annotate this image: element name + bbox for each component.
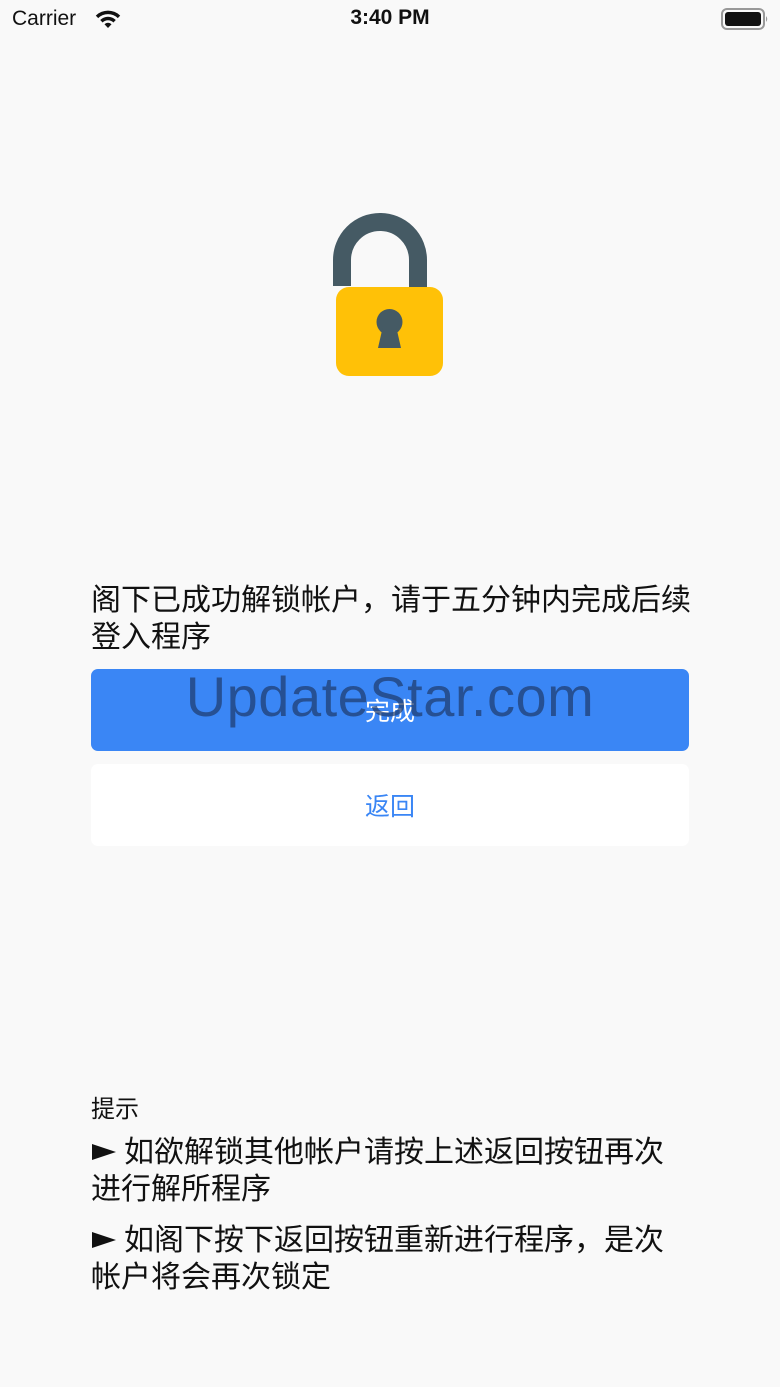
unlocked-padlock-icon [333, 213, 443, 376]
right-triangle-bullet-icon [92, 1144, 116, 1160]
unlock-success-message: 阁下已成功解锁帐户，请于五分钟内完成后续登入程序 [91, 583, 691, 655]
back-button[interactable]: 返回 [91, 764, 689, 846]
status-bar: Carrier 3:40 PM [0, 0, 780, 40]
tip-item: 如阁下按下返回按钮重新进行程序，是次帐户将会再次锁定 [91, 1222, 691, 1296]
tip-item: 如欲解锁其他帐户请按上述返回按钮再次进行解所程序 [91, 1134, 691, 1208]
tips-title: 提示 [91, 1095, 139, 1123]
tip-text: 如欲解锁其他帐户请按上述返回按钮再次进行解所程序 [91, 1135, 664, 1207]
battery-icon [721, 8, 768, 30]
status-time: 3:40 PM [350, 6, 430, 29]
unlock-success-screen: Carrier 3:40 PM 阁下已成功解锁帐户，请于五分钟内完成后续登入程序… [0, 0, 780, 1387]
right-triangle-bullet-icon [92, 1232, 116, 1248]
done-button-label: 完成 [364, 697, 415, 726]
done-button[interactable]: 完成 [91, 669, 689, 751]
tip-text: 如阁下按下返回按钮重新进行程序，是次帐户将会再次锁定 [91, 1223, 664, 1295]
back-button-label: 返回 [364, 792, 415, 821]
